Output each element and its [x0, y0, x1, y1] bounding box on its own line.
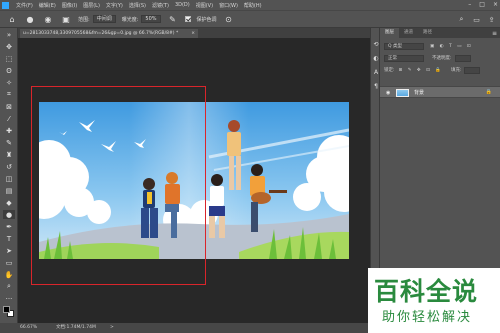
- close-tab-icon[interactable]: ×: [191, 29, 195, 38]
- panel-menu-icon[interactable]: ≡: [492, 30, 497, 37]
- menu-image[interactable]: 图像(I): [62, 2, 77, 9]
- color-swatches[interactable]: [3, 306, 15, 318]
- menu-3d[interactable]: 3D(D): [175, 2, 190, 8]
- fill-label: 填充:: [450, 68, 462, 73]
- eraser-tool-icon[interactable]: ◫: [3, 174, 15, 183]
- range-select[interactable]: 中间调: [92, 15, 116, 23]
- search-icon[interactable]: ⌕: [457, 15, 466, 24]
- character-panel-icon[interactable]: A: [372, 68, 380, 76]
- visibility-eye-icon[interactable]: ◉: [386, 90, 390, 96]
- zoom-tool-icon[interactable]: ⌕: [3, 282, 15, 291]
- lock-icons[interactable]: ⊞ ✎ ✥ ⊡ 🔒: [399, 68, 443, 73]
- document-tab[interactable]: u=2813033748,3309705568&fm=26&gp=0.jpg @…: [20, 29, 198, 38]
- menu-edit[interactable]: 编辑(E): [39, 2, 56, 9]
- watermark-title: 百科全说: [374, 277, 479, 306]
- protect-tones-label: 保护色调: [196, 16, 217, 23]
- options-right-group: ⌕ ▭ ⇪: [457, 15, 496, 24]
- menu-file[interactable]: 文件(F): [16, 2, 33, 9]
- panel-tabs: 图层 通道 路径: [380, 28, 500, 38]
- more-tools-icon[interactable]: ···: [3, 294, 15, 303]
- layer-filter-row: Q 类型 ▣ ◐ T ▭ ⊡: [384, 42, 496, 50]
- collapse-icon[interactable]: »: [3, 30, 15, 39]
- canvas-area[interactable]: [18, 38, 370, 323]
- tab-layers[interactable]: 图层: [380, 28, 399, 38]
- dodge-tool-preset-icon[interactable]: ●: [24, 13, 36, 25]
- pen-tool-icon[interactable]: ✒: [3, 222, 15, 231]
- layer-name[interactable]: 背景: [414, 87, 424, 99]
- path-select-tool-icon[interactable]: ➤: [3, 246, 15, 255]
- opacity-label: 不透明度:: [432, 56, 452, 61]
- share-icon[interactable]: ⇪: [487, 15, 496, 24]
- gradient-tool-icon[interactable]: ▤: [3, 186, 15, 195]
- lasso-tool-icon[interactable]: ʘ: [3, 66, 15, 75]
- foreground-color-swatch[interactable]: [3, 306, 10, 313]
- document-tab-bar: u=2813033748,3309705568&fm=26&gp=0.jpg @…: [18, 28, 370, 38]
- minimize-icon[interactable]: –: [468, 1, 471, 8]
- tab-channels[interactable]: 通道: [399, 28, 418, 38]
- menu-bar: 文件(F) 编辑(E) 图像(I) 图层(L) 文字(Y) 选择(S) 滤镜(T…: [0, 0, 500, 10]
- range-label: 范围:: [78, 16, 90, 23]
- menu-layer[interactable]: 图层(L): [83, 2, 100, 9]
- protect-tones-checkbox[interactable]: [184, 16, 191, 22]
- airbrush-icon[interactable]: ✎: [167, 13, 179, 25]
- blur-tool-icon[interactable]: ◆: [3, 198, 15, 207]
- eyedropper-tool-icon[interactable]: ⁄: [3, 114, 15, 123]
- tools-panel: » ✥ ⬚ ʘ ✧ ⌗ ⊠ ⁄ ✚ ✎ ♜ ↺ ◫ ▤ ◆ ● ✒ T ➤ ▭ …: [0, 28, 18, 323]
- home-icon[interactable]: ⌂: [6, 13, 18, 25]
- move-tool-icon[interactable]: ✥: [3, 42, 15, 51]
- hand-tool-icon[interactable]: ✋: [3, 270, 15, 279]
- blend-mode-select[interactable]: 正常: [384, 54, 424, 62]
- document-tab-title: u=2813033748,3309705568&fm=26&gp=0.jpg @…: [23, 31, 179, 36]
- history-panel-icon[interactable]: ⟲: [372, 40, 380, 48]
- shape-tool-icon[interactable]: ▭: [3, 258, 15, 267]
- brush-settings-icon[interactable]: ▣: [60, 13, 72, 25]
- close-window-icon[interactable]: ×: [493, 1, 498, 8]
- status-bar: 66.67% 文档:1.74M/1.74M >: [0, 323, 370, 333]
- maximize-icon[interactable]: □: [479, 1, 485, 8]
- zoom-level[interactable]: 66.67%: [20, 323, 37, 333]
- menu-select[interactable]: 选择(S): [129, 2, 146, 9]
- clone-stamp-tool-icon[interactable]: ♜: [3, 150, 15, 159]
- dodge-tool-icon[interactable]: ●: [3, 210, 15, 219]
- photoshop-logo-icon: [0, 0, 10, 10]
- watermark-subtitle: 助你轻松解决: [382, 310, 473, 325]
- menu-view[interactable]: 视图(V): [196, 2, 213, 9]
- marquee-tool-icon[interactable]: ⬚: [3, 54, 15, 63]
- workspace-icon[interactable]: ▭: [472, 15, 481, 24]
- history-brush-tool-icon[interactable]: ↺: [3, 162, 15, 171]
- baike-watermark-logo: 百科全说 助你轻松解决: [368, 268, 500, 333]
- pressure-icon[interactable]: ⊙: [223, 13, 235, 25]
- healing-tool-icon[interactable]: ✚: [3, 126, 15, 135]
- menu-type[interactable]: 文字(Y): [106, 2, 123, 9]
- lock-row: 锁定: ⊞ ✎ ✥ ⊡ 🔒 填充:: [384, 66, 496, 74]
- exposure-field[interactable]: 50%: [141, 15, 161, 23]
- tab-paths[interactable]: 路径: [418, 28, 437, 38]
- frame-tool-icon[interactable]: ⊠: [3, 102, 15, 111]
- type-tool-icon[interactable]: T: [3, 234, 15, 243]
- layer-lock-icon[interactable]: 🔒: [486, 89, 492, 95]
- selection-highlight-box: [31, 86, 206, 285]
- menu-filter[interactable]: 滤镜(T): [152, 2, 169, 9]
- filter-icons[interactable]: ▣ ◐ T ▭ ⊡: [430, 44, 473, 49]
- paragraph-panel-icon[interactable]: ¶: [372, 82, 380, 90]
- layer-thumbnail: [396, 89, 409, 97]
- adjustments-panel-icon[interactable]: ◐: [372, 54, 380, 62]
- brush-size-icon[interactable]: ◉: [42, 13, 54, 25]
- status-menu-arrow[interactable]: >: [110, 323, 114, 333]
- window-controls: – □ ×: [468, 1, 498, 8]
- opacity-field[interactable]: [454, 54, 471, 62]
- quick-select-tool-icon[interactable]: ✧: [3, 78, 15, 87]
- fill-field[interactable]: [464, 66, 481, 74]
- layer-row-background[interactable]: ◉ 背景 🔒: [380, 86, 500, 98]
- exposure-label: 曝光度:: [121, 16, 139, 23]
- brush-tool-icon[interactable]: ✎: [3, 138, 15, 147]
- options-bar: ⌂ ● ◉ ▣ 范围: 中间调 曝光度: 50% ✎ 保护色调 ⊙ ⌕ ▭ ⇪: [0, 10, 500, 28]
- document-size: 文档:1.74M/1.74M: [56, 325, 96, 330]
- menu-help[interactable]: 帮助(H): [244, 2, 262, 9]
- layer-kind-filter[interactable]: Q 类型: [384, 42, 424, 50]
- crop-tool-icon[interactable]: ⌗: [3, 90, 15, 99]
- menu-window[interactable]: 窗口(W): [219, 2, 238, 9]
- blend-row: 正常 不透明度:: [384, 54, 496, 62]
- lock-label: 锁定:: [384, 68, 395, 73]
